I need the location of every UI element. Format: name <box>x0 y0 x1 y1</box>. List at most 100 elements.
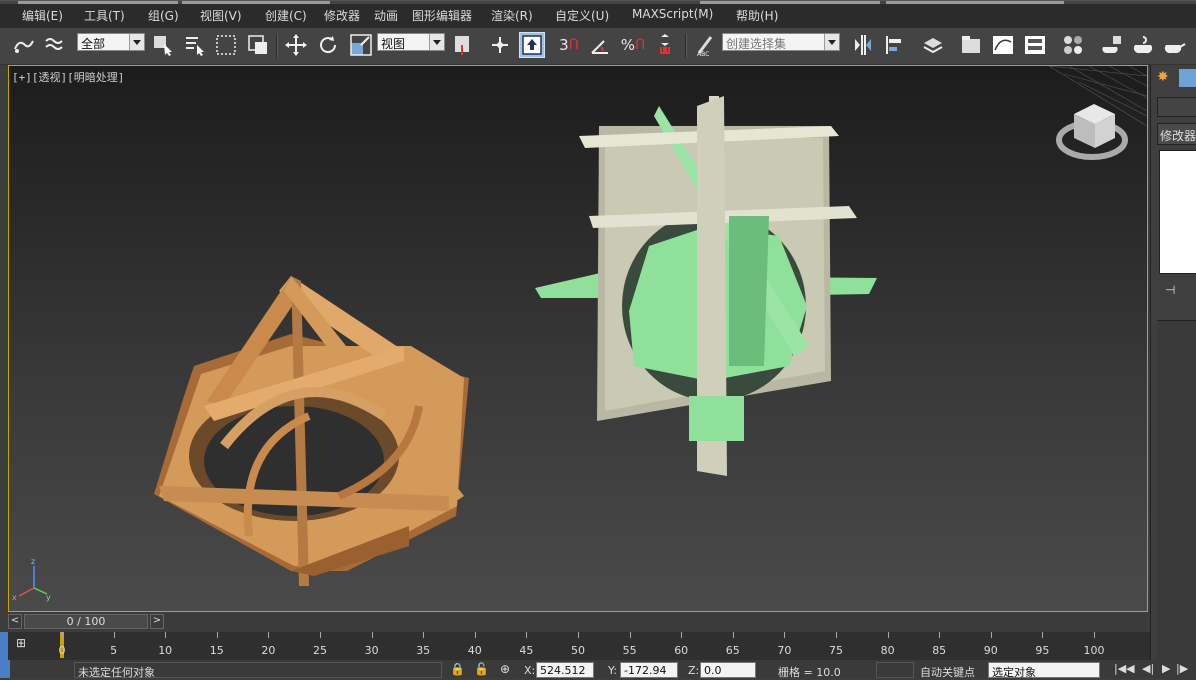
edit-named-selection-icon[interactable]: ABC <box>692 32 718 58</box>
menu-maxscript[interactable]: MAXScript(M) <box>632 7 713 21</box>
select-manipulate-icon[interactable] <box>487 32 513 58</box>
z-coord-field[interactable]: 0.0 <box>700 662 756 678</box>
menu-rendering[interactable]: 渲染(R) <box>491 7 533 24</box>
mirror-icon[interactable] <box>850 32 876 58</box>
scale-icon[interactable] <box>348 32 374 58</box>
menu-animation[interactable]: 动画 <box>374 7 398 24</box>
time-tag-field[interactable] <box>876 662 914 678</box>
menu-create[interactable]: 创建(C) <box>265 7 307 24</box>
x-coord-label: X: <box>524 664 536 677</box>
percent-snap-icon[interactable]: % ᑎ <box>620 32 646 58</box>
link-icon[interactable] <box>10 32 36 58</box>
next-frame-button[interactable]: > <box>150 614 164 629</box>
object-name-field[interactable] <box>1157 97 1196 117</box>
lock-selection-icon[interactable]: 🔒 <box>450 662 465 676</box>
x-coord-field[interactable]: 524.512 <box>536 662 594 678</box>
spinner-snap-icon[interactable] <box>652 32 678 58</box>
timeline-tick-label: 55 <box>622 644 637 657</box>
window-crossing-icon[interactable] <box>245 32 271 58</box>
layer-manager-icon[interactable] <box>920 32 946 58</box>
scene-explorer-icon[interactable] <box>958 32 984 58</box>
menu-edit[interactable]: 编辑(E) <box>22 7 63 24</box>
orange-lattice-object[interactable] <box>154 276 469 586</box>
track-bar[interactable]: ⊞ 0 5 10 15 20 25 30 35 40 45 50 55 60 65 70 75 80 85 90 95… <box>0 632 1150 660</box>
green-beige-lattice-object[interactable] <box>535 96 877 476</box>
menu-modifiers[interactable]: 修改器 <box>324 7 360 24</box>
select-object-icon[interactable] <box>150 32 176 58</box>
perspective-viewport[interactable]: z x y [+][透视][明暗处理] <box>8 65 1148 612</box>
toolbar-separator <box>685 34 687 58</box>
prev-key-icon[interactable]: ◀| <box>1142 662 1154 675</box>
reference-coordinate-select[interactable]: 视图 <box>377 33 445 51</box>
named-selection-set-field[interactable]: 创建选择集 <box>722 33 840 51</box>
axis-y-label: y <box>46 593 51 602</box>
frame-counter[interactable]: 0 / 100 <box>24 614 148 629</box>
menu-customize[interactable]: 自定义(U) <box>555 7 609 24</box>
timeline-tick-label: 25 <box>313 644 327 657</box>
timeline-tick-label: 20 <box>261 644 276 657</box>
modifier-list-label: 修改器 <box>1160 129 1196 143</box>
menu-help[interactable]: 帮助(H) <box>736 7 778 24</box>
modifier-list-dropdown[interactable]: 修改器 <box>1157 123 1196 145</box>
pivot-point-icon[interactable] <box>450 32 476 58</box>
y-coord-label: Y: <box>608 664 617 677</box>
open-mini-curve-editor-icon[interactable]: ⊞ <box>16 636 40 654</box>
timeline-tick-label: 50 <box>571 644 585 657</box>
time-slider[interactable]: < 0 / 100 > <box>8 613 1148 631</box>
pin-stack-icon[interactable]: ⊣ <box>1165 283 1181 297</box>
timeline-tick-label: 60 <box>674 644 689 657</box>
axis-z-label: z <box>31 557 35 566</box>
timeline-tick-mark <box>939 632 941 638</box>
axis-x-label: x <box>12 593 17 602</box>
viewcube[interactable] <box>1056 104 1128 160</box>
rotate-icon[interactable] <box>315 32 341 58</box>
move-icon[interactable] <box>283 32 309 58</box>
track-bar-handle[interactable] <box>0 632 8 660</box>
y-coord-field[interactable]: -172.94 <box>620 662 678 678</box>
go-to-start-icon[interactable]: |◀◀ <box>1114 662 1135 675</box>
angle-snap-icon[interactable] <box>588 32 614 58</box>
timeline-tick-mark <box>629 632 631 638</box>
prev-frame-button[interactable]: < <box>8 614 22 629</box>
absolute-mode-icon[interactable]: ⊕ <box>500 662 510 676</box>
menu-tools[interactable]: 工具(T) <box>84 7 125 24</box>
modifier-stack-list[interactable] <box>1159 150 1196 274</box>
timeline-tick-mark <box>1094 632 1095 638</box>
render-setup-icon[interactable] <box>1098 32 1124 58</box>
modify-tab-icon[interactable] <box>1179 69 1196 87</box>
timeline-tick-label: 95 <box>1035 644 1050 657</box>
menu-view[interactable]: 视图(V) <box>200 7 242 24</box>
timeline-tick-label: 40 <box>467 644 482 657</box>
timeline-tick-mark <box>887 632 889 638</box>
key-filter-select[interactable]: 选定对象 <box>988 662 1100 679</box>
timeline-tick-label: 70 <box>777 644 792 657</box>
material-editor-icon[interactable] <box>1060 32 1086 58</box>
timeline-tick-mark <box>474 632 476 638</box>
timeline-tick-mark <box>990 632 992 638</box>
menu-graph-editors[interactable]: 图形编辑器 <box>412 7 472 24</box>
viewport-label[interactable]: [+][透视][明暗处理] <box>12 69 124 85</box>
play-icon[interactable]: ▶ <box>1162 662 1170 675</box>
isolate-selection-icon[interactable]: 🔓 <box>474 662 489 676</box>
align-icon[interactable] <box>882 32 908 58</box>
select-by-name-icon[interactable] <box>182 32 208 58</box>
viewport-scene: z x y <box>12 66 1147 602</box>
schematic-view-icon[interactable] <box>1022 32 1048 58</box>
next-key-icon[interactable]: |▶ <box>1176 662 1188 675</box>
z-coord-label: Z: <box>688 664 700 677</box>
maxscript-listener-icon[interactable] <box>0 660 10 678</box>
timeline-tick-label: 65 <box>725 644 740 657</box>
toolbar-separator <box>276 34 278 58</box>
create-tab-icon[interactable]: ✸ <box>1157 69 1175 87</box>
menu-group[interactable]: 组(G) <box>148 7 179 24</box>
selection-filter-select[interactable]: 全部 <box>77 33 145 51</box>
timeline-tick-label: 80 <box>880 644 895 657</box>
curve-editor-icon[interactable] <box>990 32 1016 58</box>
rectangular-selection-icon[interactable] <box>213 32 239 58</box>
snaps-toggle-icon[interactable]: 3ᑎ <box>556 32 582 58</box>
bind-space-warp-icon[interactable] <box>42 32 68 58</box>
render-production-icon[interactable] <box>1162 32 1188 58</box>
render-frame-icon[interactable] <box>1130 32 1156 58</box>
timeline-tick-label: 30 <box>364 644 379 657</box>
keyboard-shortcut-override-icon[interactable] <box>519 32 545 58</box>
